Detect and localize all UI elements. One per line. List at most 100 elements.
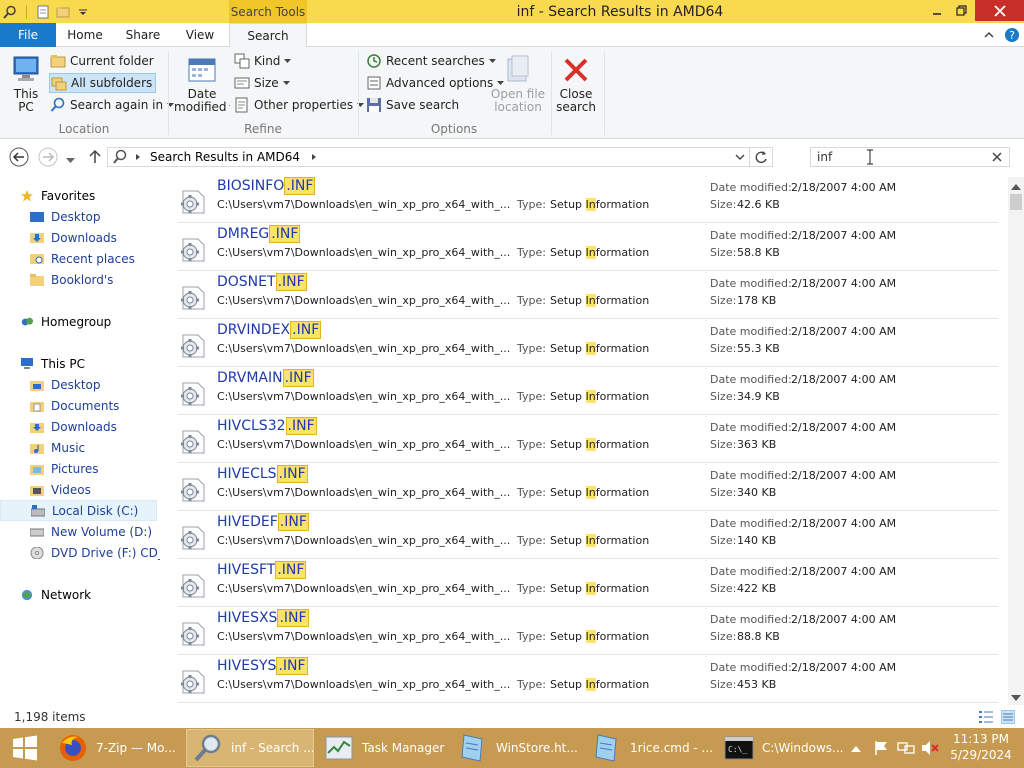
result-row[interactable]: HIVESYS .INF C:\Users\vm7\Downloads\en_wi… <box>178 655 998 703</box>
nav-homegroup[interactable]: Homegroup <box>0 311 160 332</box>
scroll-thumb[interactable] <box>1010 194 1022 210</box>
nav-item-pictures[interactable]: Pictures <box>0 458 160 479</box>
nav-favorites[interactable]: Favorites <box>0 185 160 206</box>
size-button[interactable]: Size <box>234 73 290 93</box>
nav-item-music[interactable]: Music <box>0 437 160 458</box>
file-name[interactable]: HIVEDEF .INF <box>217 513 309 531</box>
forward-button[interactable] <box>38 147 58 167</box>
date-modified-button[interactable]: Date modified <box>174 55 230 114</box>
scroll-down-button[interactable] <box>1011 691 1021 701</box>
up-button[interactable] <box>88 148 102 164</box>
minimize-button[interactable] <box>925 0 949 21</box>
file-name[interactable]: HIVESFT .INF <box>217 561 307 579</box>
result-row[interactable]: HIVCLS32 .INF C:\Users\vm7\Downloads\en_w… <box>178 415 998 463</box>
nav-item-recent-places[interactable]: Recent places <box>0 248 160 269</box>
back-button[interactable] <box>9 147 29 167</box>
vertical-scrollbar[interactable] <box>1008 177 1024 705</box>
nav-item-downloads[interactable]: Downloads <box>0 416 160 437</box>
result-row[interactable]: HIVESFT .INF C:\Users\vm7\Downloads\en_wi… <box>178 559 998 607</box>
taskbar-explorer-search[interactable]: inf - Search ... <box>186 729 314 767</box>
taskbar-cmd[interactable]: C:\_ C:\Windows... <box>718 729 844 767</box>
nav-item-documents[interactable]: Documents <box>0 395 160 416</box>
recent-locations-button[interactable] <box>66 153 76 163</box>
search-again-in-button[interactable]: Search again in <box>50 95 175 115</box>
open-file-location-button[interactable]: Open file location <box>490 53 546 114</box>
taskbar: 7-Zip — Mo... inf - Search ... Task Mana… <box>0 728 1024 768</box>
address-location[interactable]: Search Results in AMD64 <box>150 150 300 164</box>
current-folder-button[interactable]: Current folder <box>50 51 154 71</box>
advanced-options-button[interactable]: Advanced options <box>366 73 505 93</box>
recent-searches-button[interactable]: Recent searches <box>366 51 496 71</box>
folder-icon <box>50 55 66 68</box>
restore-button[interactable] <box>950 0 974 21</box>
volume-button[interactable] <box>921 740 939 756</box>
address-dropdown-button[interactable] <box>731 148 749 166</box>
help-button[interactable]: ? <box>1003 25 1021 45</box>
nav-item-downloads[interactable]: Downloads <box>0 227 160 248</box>
nav-this-pc[interactable]: This PC <box>0 353 160 374</box>
file-name[interactable]: DOSNET .INF <box>217 273 307 291</box>
tab-search[interactable]: Search <box>229 23 307 48</box>
result-row[interactable]: DRVINDEX .INF C:\Users\vm7\Downloads\en_w… <box>178 319 998 367</box>
nav-item-videos[interactable]: Videos <box>0 479 160 500</box>
result-row[interactable]: BIOSINFO .INF C:\Users\vm7\Downloads\en_w… <box>178 175 998 223</box>
result-row[interactable]: HIVESXS .INF C:\Users\vm7\Downloads\en_wi… <box>178 607 998 655</box>
file-name-base: HIVESXS <box>217 610 278 626</box>
start-button[interactable] <box>0 729 50 767</box>
this-pc-button[interactable]: This PC <box>6 55 46 114</box>
tab-view[interactable]: View <box>172 23 228 47</box>
tab-home[interactable]: Home <box>56 23 114 47</box>
taskbar-winstore[interactable]: WinStore.ht... <box>452 729 582 767</box>
taskbar-1rice-cmd[interactable]: 1rice.cmd - ... <box>586 729 714 767</box>
clock[interactable]: 11:13 PM 5/29/2024 <box>945 731 1017 765</box>
properties-icon[interactable] <box>35 4 51 20</box>
file-name[interactable]: HIVCLS32 .INF <box>217 417 317 435</box>
file-name[interactable]: HIVESYS .INF <box>217 657 308 675</box>
nav-item-dvd-drive-f[interactable]: DVD Drive (F:) CD_R( <box>0 542 160 563</box>
taskbar-7zip[interactable]: 7-Zip — Mo... <box>52 729 182 767</box>
new-folder-icon[interactable] <box>55 4 71 20</box>
file-name[interactable]: HIVECLS .INF <box>217 465 308 483</box>
clear-search-button[interactable] <box>991 151 1003 163</box>
nav-item-new-volume-d[interactable]: New Volume (D:) <box>0 521 160 542</box>
search-input[interactable]: inf <box>817 150 832 164</box>
network-status-icon[interactable] <box>897 740 915 756</box>
file-name[interactable]: BIOSINFO .INF <box>217 177 316 195</box>
tab-file[interactable]: File <box>0 23 56 47</box>
nav-item-desktop[interactable]: Desktop <box>0 374 160 395</box>
nav-item-booklords[interactable]: Booklord's <box>0 269 160 290</box>
flag-icon <box>875 741 887 755</box>
result-row[interactable]: DMREG .INF C:\Users\vm7\Downloads\en_win_… <box>178 223 998 271</box>
show-hidden-icons-button[interactable] <box>851 742 863 754</box>
tab-share[interactable]: Share <box>114 23 172 47</box>
result-row[interactable]: HIVECLS .INF C:\Users\vm7\Downloads\en_wi… <box>178 463 998 511</box>
content-view-button[interactable] <box>1001 710 1015 724</box>
kind-button[interactable]: Kind <box>234 51 292 71</box>
nav-network[interactable]: Network <box>0 584 160 605</box>
result-row[interactable]: DRVMAIN .INF C:\Users\vm7\Downloads\en_wi… <box>178 367 998 415</box>
details-view-button[interactable] <box>979 710 993 724</box>
scroll-up-button[interactable] <box>1011 180 1021 190</box>
qat-dropdown-icon[interactable] <box>75 4 91 20</box>
file-name[interactable]: DRVMAIN .INF <box>217 369 314 387</box>
result-row[interactable]: HIVEDEF .INF C:\Users\vm7\Downloads\en_wi… <box>178 511 998 559</box>
save-search-button[interactable]: Save search <box>366 95 459 115</box>
file-name[interactable]: DRVINDEX .INF <box>217 321 322 339</box>
nav-item-local-disk-c[interactable]: Local Disk (C:) <box>0 500 157 521</box>
file-name[interactable]: DMREG .INF <box>217 225 301 243</box>
search-icon[interactable] <box>2 4 18 20</box>
address-bar[interactable]: Search Results in AMD64 <box>107 147 773 167</box>
action-center-icon[interactable] <box>873 740 889 756</box>
close-search-button[interactable]: Close search <box>554 55 598 114</box>
minimize-ribbon-button[interactable] <box>980 25 998 45</box>
search-box[interactable]: inf <box>810 147 1010 167</box>
refresh-button[interactable] <box>750 148 772 166</box>
other-properties-button[interactable]: Other properties <box>234 95 365 115</box>
taskbar-task-manager[interactable]: Task Manager <box>318 729 448 767</box>
close-window-button[interactable] <box>975 0 1024 21</box>
file-name[interactable]: HIVESXS .INF <box>217 609 309 627</box>
nav-item-desktop[interactable]: Desktop <box>0 206 160 227</box>
all-subfolders-button[interactable]: All subfolders <box>49 73 157 93</box>
result-row[interactable]: DOSNET .INF C:\Users\vm7\Downloads\en_win… <box>178 271 998 319</box>
advanced-options-label: Advanced options <box>386 76 494 90</box>
